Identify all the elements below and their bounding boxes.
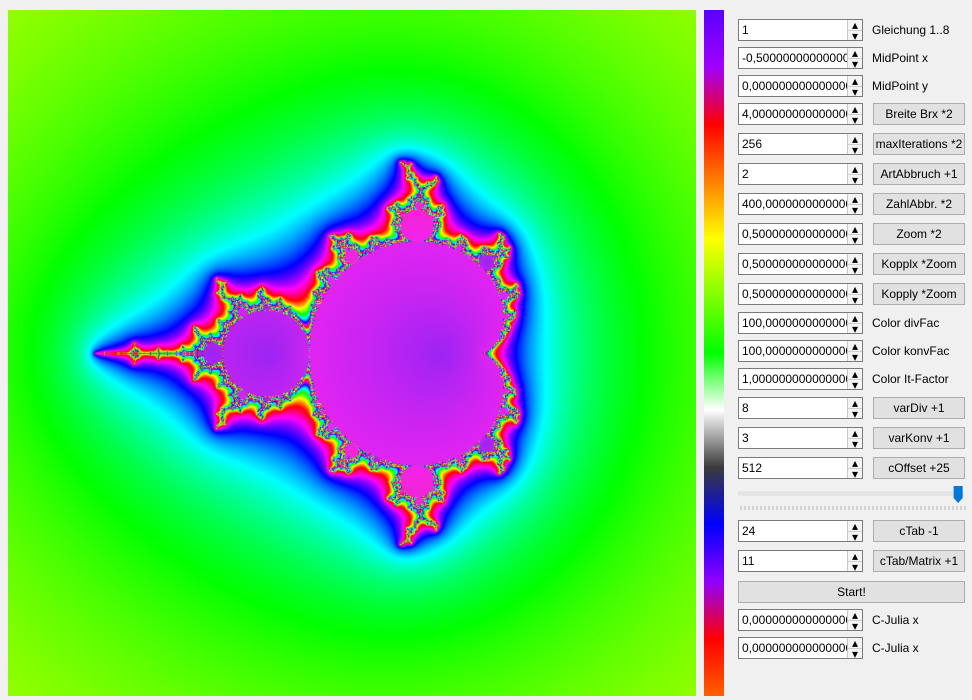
varkonv-input[interactable]: [739, 428, 847, 448]
spin-down-icon[interactable]: ▾: [848, 113, 862, 127]
maxiterations-spinbox[interactable]: ▴▾: [738, 132, 863, 157]
vardiv-button[interactable]: varDiv +1: [873, 397, 965, 419]
color-konvfac-input[interactable]: [739, 341, 847, 361]
spin-down-icon[interactable]: ▾: [848, 407, 862, 421]
kopply-spinbox[interactable]: ▴▾: [738, 282, 863, 307]
ctab-matrix-input[interactable]: [739, 551, 847, 571]
spin-down-icon[interactable]: ▾: [848, 85, 862, 99]
spin-down-icon[interactable]: ▾: [848, 57, 862, 71]
kopply-button[interactable]: Kopply *Zoom: [873, 283, 965, 305]
gleichung-label: Gleichung 1..8: [872, 23, 950, 37]
color-itfactor-spinbox[interactable]: ▴▾: [738, 367, 863, 392]
slider-thumb[interactable]: [953, 486, 963, 503]
spin-down-icon[interactable]: ▾: [848, 203, 862, 217]
coffset-button[interactable]: cOffset +25: [873, 457, 965, 479]
artabbruch-input[interactable]: [739, 164, 847, 184]
coffset-input[interactable]: [739, 458, 847, 478]
spin-down-icon[interactable]: ▾: [848, 293, 862, 307]
color-divfac-input[interactable]: [739, 313, 847, 333]
color-divfac-label: Color divFac: [872, 316, 940, 330]
maxiterations-input[interactable]: [739, 134, 847, 154]
varkonv-button[interactable]: varKonv +1: [873, 427, 965, 449]
zoom-button[interactable]: Zoom *2: [873, 223, 965, 245]
ctab-spinbox[interactable]: ▴▾: [738, 519, 863, 544]
varkonv-spinbox[interactable]: ▴▾: [738, 426, 863, 451]
vardiv-input[interactable]: [739, 398, 847, 418]
midpoint-x-input[interactable]: [739, 48, 847, 68]
cjulia-x-2-input[interactable]: [739, 638, 847, 658]
slider-track[interactable]: [738, 491, 964, 496]
zahlabbr-input[interactable]: [739, 194, 847, 214]
spin-down-icon[interactable]: ▾: [848, 233, 862, 247]
cjulia-x-2-label: C-Julia x: [872, 641, 919, 655]
color-divfac-spinbox[interactable]: ▴▾: [738, 311, 863, 336]
spin-down-icon[interactable]: ▾: [848, 350, 862, 364]
ctab-matrix-spinbox[interactable]: ▴▾: [738, 549, 863, 574]
color-palette-strip: [704, 10, 724, 696]
kopplx-button[interactable]: Kopplx *Zoom: [873, 253, 965, 275]
midpoint-y-spinbox[interactable]: ▴▾: [738, 74, 863, 99]
spin-down-icon[interactable]: ▾: [848, 467, 862, 481]
spin-down-icon[interactable]: ▾: [848, 437, 862, 451]
artabbruch-spinbox[interactable]: ▴▾: [738, 162, 863, 187]
spin-down-icon[interactable]: ▾: [848, 560, 862, 574]
ctab-matrix-button[interactable]: cTab/Matrix +1: [873, 550, 965, 572]
cjulia-x-spinbox[interactable]: ▴▾: [738, 608, 863, 633]
cjulia-x-2-spinbox[interactable]: ▴▾: [738, 636, 863, 661]
breite-button[interactable]: Breite Brx *2: [873, 103, 965, 125]
color-offset-slider[interactable]: [738, 486, 966, 514]
zahlabbr-button[interactable]: ZahlAbbr. *2: [873, 193, 965, 215]
spin-down-icon[interactable]: ▾: [848, 378, 862, 392]
zoom-input[interactable]: [739, 224, 847, 244]
artabbruch-button[interactable]: ArtAbbruch +1: [873, 163, 965, 185]
color-itfactor-input[interactable]: [739, 369, 847, 389]
midpoint-y-input[interactable]: [739, 76, 847, 96]
zahlabbr-spinbox[interactable]: ▴▾: [738, 192, 863, 217]
spin-down-icon[interactable]: ▾: [848, 29, 862, 43]
color-konvfac-label: Color konvFac: [872, 344, 950, 358]
color-itfactor-label: Color It-Factor: [872, 372, 949, 386]
spin-down-icon[interactable]: ▾: [848, 322, 862, 336]
cjulia-x-label: C-Julia x: [872, 613, 919, 627]
midpoint-y-label: MidPoint y: [872, 79, 929, 93]
gleichung-spinbox[interactable]: ▴▾: [738, 18, 863, 43]
midpoint-x-label: MidPoint x: [872, 51, 929, 65]
ctab-input[interactable]: [739, 521, 847, 541]
cjulia-x-input[interactable]: [739, 610, 847, 630]
midpoint-x-spinbox[interactable]: ▴▾: [738, 46, 863, 71]
color-konvfac-spinbox[interactable]: ▴▾: [738, 339, 863, 364]
coffset-spinbox[interactable]: ▴▾: [738, 456, 863, 481]
spin-down-icon[interactable]: ▾: [848, 619, 862, 633]
maxiterations-button[interactable]: maxIterations *2: [873, 133, 965, 155]
zoom-spinbox[interactable]: ▴▾: [738, 222, 863, 247]
spin-down-icon[interactable]: ▾: [848, 263, 862, 277]
fractal-canvas[interactable]: [8, 10, 696, 696]
spin-down-icon[interactable]: ▾: [848, 530, 862, 544]
vardiv-spinbox[interactable]: ▴▾: [738, 396, 863, 421]
spin-down-icon[interactable]: ▾: [848, 143, 862, 157]
kopplx-input[interactable]: [739, 254, 847, 274]
kopplx-spinbox[interactable]: ▴▾: [738, 252, 863, 277]
spin-down-icon[interactable]: ▾: [848, 173, 862, 187]
breite-spinbox[interactable]: ▴▾: [738, 102, 863, 127]
kopply-input[interactable]: [739, 284, 847, 304]
start-button[interactable]: Start!: [738, 581, 965, 603]
ctab-button[interactable]: cTab -1: [873, 520, 965, 542]
gleichung-input[interactable]: [739, 20, 847, 40]
slider-ticks: [740, 506, 966, 510]
spin-down-icon[interactable]: ▾: [848, 647, 862, 661]
breite-input[interactable]: [739, 104, 847, 124]
